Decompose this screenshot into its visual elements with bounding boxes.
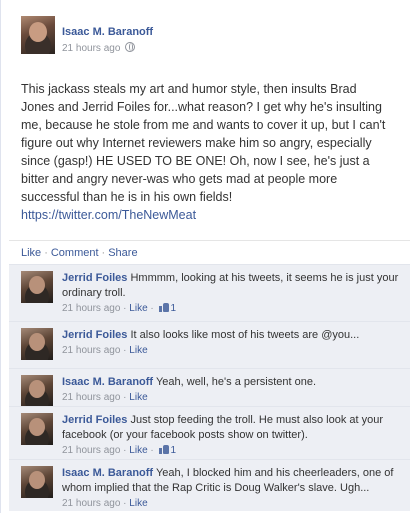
comment: Jerrid Foiles Just stop feeding the trol…	[9, 406, 410, 459]
commenter-avatar[interactable]	[21, 271, 53, 303]
divider	[9, 240, 410, 241]
comment-meta: 21 hours ago · Like	[62, 345, 148, 356]
thumbs-up-icon	[158, 444, 169, 454]
comment-body: Isaac M. Baranoff Yeah, I blocked him an…	[62, 460, 410, 513]
comment-like-link[interactable]: Like	[129, 498, 147, 509]
post-time-link[interactable]: 21 hours ago	[62, 43, 120, 54]
commenter-avatar[interactable]	[21, 328, 53, 360]
comment-like-link[interactable]: Like	[129, 303, 147, 314]
comment-body: Jerrid Foiles Hmmmm, looking at his twee…	[62, 265, 410, 321]
post-text: This jackass steals my art and humor sty…	[21, 82, 386, 204]
post-timestamp: 21 hours ago	[62, 42, 136, 54]
commenter-avatar[interactable]	[21, 375, 53, 407]
comment-text: It also looks like most of his tweets ar…	[130, 329, 360, 341]
comment-text: Yeah, well, he's a persistent one.	[155, 376, 317, 388]
comment: Jerrid Foiles It also looks like most of…	[9, 321, 410, 368]
comment-time[interactable]: 21 hours ago	[62, 303, 120, 314]
comments-list: Jerrid Foiles Hmmmm, looking at his twee…	[9, 264, 410, 511]
facebook-post: Isaac M. Baranoff 21 hours ago This jack…	[0, 0, 410, 513]
comment-like-count[interactable]: 1	[171, 445, 177, 456]
comment-like-link[interactable]: Like	[129, 345, 147, 356]
thumbs-up-icon	[158, 302, 169, 312]
commenter-avatar[interactable]	[21, 413, 53, 445]
author-avatar[interactable]	[21, 16, 55, 54]
comment-link[interactable]: Comment	[51, 247, 99, 259]
comment-meta: 21 hours ago · Like	[62, 498, 148, 509]
comment-meta: 21 hours ago · Like · 1	[62, 302, 177, 314]
comment-body: Jerrid Foiles It also looks like most of…	[62, 322, 410, 363]
comment-body: Jerrid Foiles Just stop feeding the trol…	[62, 407, 410, 463]
comment-meta: 21 hours ago · Like	[62, 392, 148, 403]
post-author-link[interactable]: Isaac M. Baranoff	[62, 26, 153, 38]
comment-time[interactable]: 21 hours ago	[62, 392, 120, 403]
comment: Jerrid Foiles Hmmmm, looking at his twee…	[9, 264, 410, 321]
comment-time[interactable]: 21 hours ago	[62, 498, 120, 509]
post-body: This jackass steals my art and humor sty…	[21, 80, 389, 224]
comment-author-link[interactable]: Isaac M. Baranoff	[62, 467, 153, 479]
comment: Isaac M. Baranoff Yeah, well, he's a per…	[9, 368, 410, 407]
comment-like-link[interactable]: Like	[129, 445, 147, 456]
comment-like-count[interactable]: 1	[171, 303, 177, 314]
comment-time[interactable]: 21 hours ago	[62, 445, 120, 456]
comment-meta: 21 hours ago · Like · 1	[62, 444, 177, 456]
comment-like-link[interactable]: Like	[129, 392, 147, 403]
comment-author-link[interactable]: Jerrid Foiles	[62, 414, 127, 426]
comment-author-link[interactable]: Jerrid Foiles	[62, 272, 127, 284]
comment: Isaac M. Baranoff Yeah, I blocked him an…	[9, 459, 410, 511]
share-link[interactable]: Share	[108, 247, 137, 259]
commenter-avatar[interactable]	[21, 466, 53, 498]
like-link[interactable]: Like	[21, 247, 41, 259]
comment-time[interactable]: 21 hours ago	[62, 345, 120, 356]
post-actions: Like · Comment · Share	[21, 247, 138, 259]
post-link[interactable]: https://twitter.com/TheNewMeat	[21, 208, 196, 222]
comment-author-link[interactable]: Jerrid Foiles	[62, 329, 127, 341]
comment-author-link[interactable]: Isaac M. Baranoff	[62, 376, 153, 388]
comment-body: Isaac M. Baranoff Yeah, well, he's a per…	[62, 369, 410, 410]
globe-icon	[125, 42, 136, 52]
